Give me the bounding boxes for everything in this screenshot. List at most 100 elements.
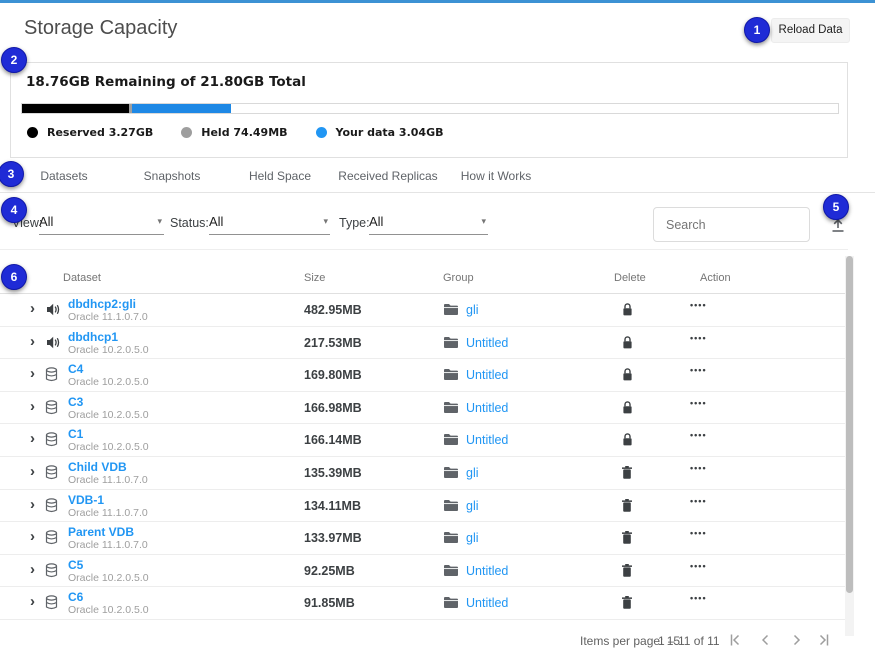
dataset-name-link[interactable]: C5 (68, 558, 83, 572)
trash-icon[interactable] (621, 498, 633, 518)
type-filter-select[interactable]: All ▾ (369, 211, 488, 235)
group-link[interactable]: Untitled (466, 336, 508, 350)
trash-icon[interactable] (621, 530, 633, 550)
table-scrollbar[interactable] (845, 256, 854, 636)
more-actions-icon[interactable]: •••• (690, 365, 707, 375)
more-actions-icon[interactable]: •••• (690, 300, 707, 310)
more-actions-icon[interactable]: •••• (690, 496, 707, 506)
dataset-size: 217.53MB (304, 336, 362, 350)
dataset-size: 482.95MB (304, 303, 362, 317)
dataset-name-link[interactable]: C1 (68, 427, 83, 441)
tab-snapshots[interactable]: Snapshots (118, 162, 226, 192)
tab-held-space[interactable]: Held Space (226, 162, 334, 192)
group-link[interactable]: gli (466, 466, 479, 480)
tab-datasets[interactable]: Datasets (10, 162, 118, 192)
lock-icon[interactable] (621, 432, 634, 452)
dataset-name-link[interactable]: C6 (68, 590, 83, 604)
previous-page-icon[interactable] (756, 631, 774, 649)
reload-data-button[interactable]: Reload Data (771, 18, 850, 43)
more-actions-icon[interactable]: •••• (690, 333, 707, 343)
folder-icon (443, 531, 459, 549)
more-actions-icon[interactable]: •••• (690, 561, 707, 571)
dataset-name-link[interactable]: dbdhcp2:gli (68, 297, 136, 311)
tab-how-it-works[interactable]: How it Works (442, 162, 550, 192)
database-icon (45, 498, 58, 518)
next-page-icon[interactable] (788, 631, 806, 649)
dataset-name-link[interactable]: VDB-1 (68, 493, 104, 507)
table-row: › Child VDB Oracle 11.1.0.7.0 135.39MB (0, 457, 848, 490)
trash-icon[interactable] (621, 595, 633, 615)
group-link[interactable]: gli (466, 303, 479, 317)
table-row: › Parent VDB Oracle 11.1.0.7.0 133.97MB (0, 522, 848, 555)
callout-badge-5: 5 (823, 194, 849, 220)
database-icon (45, 400, 58, 420)
dataset-name-link[interactable]: Parent VDB (68, 525, 134, 539)
view-filter-select[interactable]: All ▾ (39, 211, 164, 235)
table-header: Dataset Size Group Delete Action (0, 265, 848, 294)
expand-chevron-icon[interactable]: › (30, 300, 35, 317)
expand-chevron-icon[interactable]: › (30, 561, 35, 578)
table-row: › C3 Oracle 10.2.0.5.0 166.98MB (0, 392, 848, 425)
folder-icon (443, 499, 459, 517)
capacity-summary-card: 18.76GB Remaining of 21.80GB Total Reser… (10, 62, 848, 158)
callout-badge-2: 2 (1, 47, 27, 73)
callout-badge-4: 4 (1, 197, 27, 223)
status-filter-select[interactable]: All ▾ (209, 211, 330, 235)
database-icon (45, 563, 58, 583)
expand-chevron-icon[interactable]: › (30, 496, 35, 513)
database-icon (45, 367, 58, 387)
folder-icon (443, 401, 459, 419)
table-row: › C4 Oracle 10.2.0.5.0 169.80MB (0, 359, 848, 392)
lock-icon[interactable] (621, 302, 634, 322)
first-page-icon[interactable] (726, 631, 744, 649)
more-actions-icon[interactable]: •••• (690, 593, 707, 603)
group-link[interactable]: Untitled (466, 596, 508, 610)
group-link[interactable]: Untitled (466, 368, 508, 382)
trash-icon[interactable] (621, 465, 633, 485)
database-icon (45, 530, 58, 550)
callout-badge-1: 1 (744, 17, 770, 43)
reserved-dot-icon (27, 127, 38, 138)
legend-item-reserved: Reserved 3.27GB (27, 126, 153, 139)
expand-chevron-icon[interactable]: › (30, 463, 35, 480)
table-row: › C6 Oracle 10.2.0.5.0 91.85MB (0, 587, 848, 620)
dataset-name-link[interactable]: Child VDB (68, 460, 127, 474)
lock-icon[interactable] (621, 335, 634, 355)
scrollbar-thumb[interactable] (846, 256, 853, 593)
expand-chevron-icon[interactable]: › (30, 398, 35, 415)
expand-chevron-icon[interactable]: › (30, 528, 35, 545)
expand-chevron-icon[interactable]: › (30, 365, 35, 382)
group-link[interactable]: gli (466, 499, 479, 513)
paginator: Items per page: 15 1 – 11 of 11 (0, 625, 848, 655)
dataset-name-link[interactable]: C4 (68, 362, 83, 376)
group-link[interactable]: Untitled (466, 433, 508, 447)
more-actions-icon[interactable]: •••• (690, 398, 707, 408)
group-link[interactable]: Untitled (466, 564, 508, 578)
dataset-subtitle: Oracle 11.1.0.7.0 (68, 539, 148, 551)
more-actions-icon[interactable]: •••• (690, 528, 707, 538)
search-input[interactable] (654, 208, 809, 241)
dataset-size: 133.97MB (304, 531, 362, 545)
tab-received-replicas[interactable]: Received Replicas (334, 162, 442, 192)
search-box (653, 207, 810, 242)
storage-capacity-page: Storage Capacity Reload Data 1 2 3 4 5 6… (0, 0, 875, 656)
group-link[interactable]: Untitled (466, 401, 508, 415)
lock-icon[interactable] (621, 367, 634, 387)
dataset-subtitle: Oracle 11.1.0.7.0 (68, 507, 148, 519)
page-title: Storage Capacity (24, 17, 177, 40)
expand-chevron-icon[interactable]: › (30, 593, 35, 610)
more-actions-icon[interactable]: •••• (690, 463, 707, 473)
more-actions-icon[interactable]: •••• (690, 430, 707, 440)
last-page-icon[interactable] (815, 631, 833, 649)
expand-chevron-icon[interactable]: › (30, 333, 35, 350)
group-link[interactable]: gli (466, 531, 479, 545)
expand-chevron-icon[interactable]: › (30, 430, 35, 447)
trash-icon[interactable] (621, 563, 633, 583)
database-icon (45, 595, 58, 615)
dataset-size: 166.14MB (304, 433, 362, 447)
dataset-name-link[interactable]: dbdhcp1 (68, 330, 118, 344)
page-range-label: 1 – 11 of 11 (658, 634, 720, 648)
lock-icon[interactable] (621, 400, 634, 420)
dataset-size: 135.39MB (304, 466, 362, 480)
dataset-name-link[interactable]: C3 (68, 395, 83, 409)
